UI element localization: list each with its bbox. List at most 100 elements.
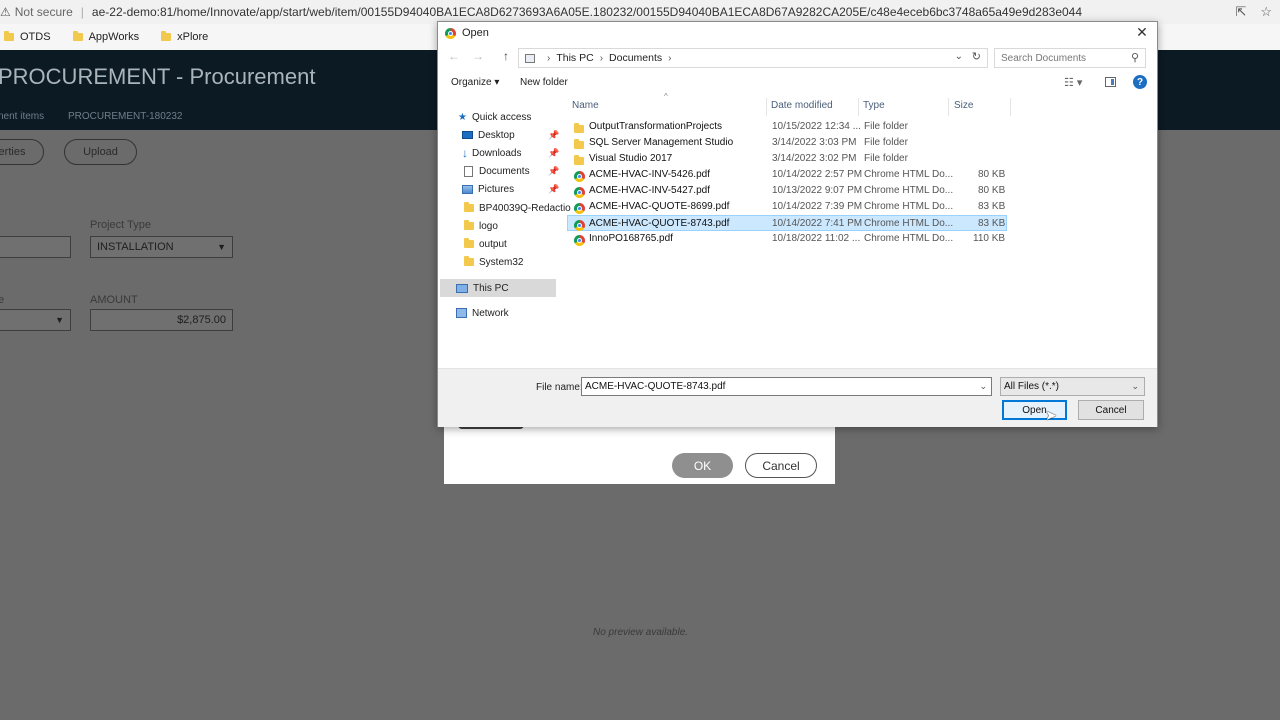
- bookmark-otds[interactable]: OTDS: [4, 31, 51, 43]
- nav-folder-logo[interactable]: logo: [464, 217, 498, 235]
- folder-icon: [464, 220, 474, 230]
- back-arrow-icon[interactable]: ←: [448, 49, 460, 63]
- breadcrumb-documents[interactable]: Documents: [609, 52, 662, 64]
- new-folder-button[interactable]: New folder: [520, 77, 568, 88]
- warning-icon: ⚠: [0, 5, 11, 19]
- forward-arrow-icon[interactable]: →: [472, 49, 484, 63]
- network-icon: [456, 308, 467, 318]
- pictures-icon: [462, 184, 473, 194]
- left-label: e: [0, 294, 5, 306]
- underlying-modal: OK Cancel: [444, 425, 835, 484]
- view-options-icon[interactable]: ☷ ▾: [1064, 76, 1082, 89]
- file-name-field[interactable]: ACME-HVAC-QUOTE-8743.pdf ⌄: [581, 377, 992, 396]
- help-icon[interactable]: ?: [1133, 75, 1147, 89]
- list-item-selected[interactable]: ACME-HVAC-QUOTE-8743.pdf 10/14/2022 7:41…: [567, 215, 1007, 231]
- star-icon[interactable]: ☆: [1260, 4, 1272, 20]
- chevron-down-icon[interactable]: ⌄: [955, 51, 963, 62]
- cancel-button[interactable]: Cancel: [745, 453, 817, 478]
- up-arrow-icon[interactable]: ↑: [503, 49, 509, 63]
- chevron-down-icon: ▼: [55, 315, 64, 325]
- nav-this-pc[interactable]: This PC: [440, 279, 556, 297]
- breadcrumb-items[interactable]: nent items: [0, 111, 44, 122]
- file-type-select[interactable]: All Files (*.*) ⌄: [1000, 377, 1145, 396]
- refresh-icon[interactable]: ↻: [972, 50, 981, 63]
- navigation-row: ← → ↑ › This PC › Documents › ⌄ ↻ Search…: [438, 46, 1157, 70]
- bookmark-xplore[interactable]: xPlore: [161, 31, 208, 43]
- breadcrumb-this-pc[interactable]: This PC: [556, 52, 593, 64]
- search-icon: ⚲: [1130, 52, 1139, 64]
- project-type-label: Project Type: [90, 219, 151, 231]
- dialog-titlebar[interactable]: Open ✕: [438, 22, 1157, 44]
- list-item[interactable]: SQL Server Management Studio 3/14/2022 3…: [568, 135, 1008, 151]
- share-icon[interactable]: ⇱: [1235, 4, 1246, 20]
- left-select[interactable]: ▼: [0, 309, 71, 331]
- nav-desktop[interactable]: Desktop 📌: [462, 126, 562, 144]
- star-icon: ★: [458, 111, 467, 123]
- url-text[interactable]: ae-22-demo:81/home/Innovate/app/start/we…: [92, 5, 1082, 19]
- column-header-type[interactable]: Type: [863, 100, 885, 111]
- column-divider: [948, 98, 949, 116]
- close-icon[interactable]: ✕: [1133, 24, 1151, 41]
- column-divider: [766, 98, 767, 116]
- amount-label: AMOUNT: [90, 294, 138, 306]
- organize-button[interactable]: Organize ▾: [451, 77, 499, 88]
- project-type-select[interactable]: INSTALLATION ▼: [90, 236, 233, 258]
- ok-button[interactable]: OK: [672, 453, 733, 478]
- upload-button[interactable]: Upload: [64, 139, 137, 165]
- chevron-right-icon: ›: [547, 52, 551, 64]
- column-header-date[interactable]: Date modified: [771, 100, 833, 111]
- pin-icon: 📌: [548, 147, 560, 158]
- pin-icon: 📌: [548, 165, 560, 176]
- nav-folder-bp40039q[interactable]: BP40039Q-Redactio: [464, 199, 571, 217]
- list-item[interactable]: ACME-HVAC-INV-5427.pdf 10/13/2022 9:07 P…: [568, 183, 1008, 199]
- chevron-down-icon: ⌄: [1131, 381, 1139, 391]
- nav-network[interactable]: Network: [456, 304, 509, 322]
- list-item[interactable]: OutputTransformationProjects 10/15/2022 …: [568, 119, 1008, 135]
- preview-pane-icon[interactable]: [1105, 77, 1116, 87]
- breadcrumb[interactable]: › This PC › Documents › ⌄ ↻: [518, 48, 988, 68]
- computer-icon: [456, 283, 468, 293]
- nav-pictures[interactable]: Pictures 📌: [462, 180, 562, 198]
- amount-field[interactable]: $2,875.00: [90, 309, 233, 331]
- computer-icon: [525, 53, 535, 63]
- list-item[interactable]: InnoPO168765.pdf 10/18/2022 11:02 ... Ch…: [568, 231, 1008, 247]
- folder-icon: [464, 202, 474, 212]
- bookmark-appworks[interactable]: AppWorks: [72, 31, 139, 43]
- folder-icon: [72, 31, 83, 41]
- properties-button[interactable]: erties: [0, 139, 44, 165]
- folder-icon: [4, 31, 14, 41]
- security-label: Not secure: [14, 5, 73, 19]
- cancel-button[interactable]: Cancel: [1078, 400, 1144, 420]
- nav-folder-output[interactable]: output: [464, 235, 507, 253]
- dialog-toolbar: Organize ▾ New folder ☷ ▾ ?: [438, 72, 1157, 94]
- chevron-down-icon[interactable]: ⌄: [979, 381, 987, 392]
- chevron-right-icon: ›: [599, 52, 604, 64]
- chevron-down-icon: ▼: [217, 242, 226, 252]
- pin-icon: 📌: [548, 183, 560, 194]
- nav-quick-access[interactable]: ★ Quick access: [458, 108, 531, 126]
- list-item[interactable]: Visual Studio 2017 3/14/2022 3:02 PM Fil…: [568, 151, 1008, 167]
- nav-folder-system32[interactable]: System32: [464, 253, 523, 271]
- nav-documents[interactable]: Documents 📌: [464, 162, 562, 180]
- list-item[interactable]: ACME-HVAC-QUOTE-8699.pdf 10/14/2022 7:39…: [568, 199, 1008, 215]
- folder-icon: [161, 31, 172, 41]
- desktop-icon: [462, 131, 473, 139]
- chevron-right-icon: ›: [668, 52, 672, 64]
- column-divider: [1010, 98, 1011, 116]
- mouse-cursor-icon: ➤: [1045, 407, 1057, 423]
- column-divider: [858, 98, 859, 116]
- list-item[interactable]: ACME-HVAC-INV-5426.pdf 10/14/2022 2:57 P…: [568, 167, 1008, 183]
- left-field[interactable]: [0, 236, 71, 258]
- document-icon: [464, 165, 473, 177]
- column-header-name[interactable]: Name: [572, 100, 599, 111]
- no-preview-text: No preview available.: [593, 627, 689, 638]
- pin-icon: 📌: [548, 129, 560, 140]
- file-list: ^ Name Date modified Type Size OutputTra…: [567, 92, 1158, 368]
- file-name-label: File name:: [536, 382, 583, 393]
- divider: |: [80, 5, 84, 19]
- open-button[interactable]: Open: [1002, 400, 1067, 420]
- dialog-title: Open: [462, 27, 489, 39]
- nav-downloads[interactable]: ↓ Downloads 📌: [462, 144, 562, 162]
- search-input[interactable]: Search Documents ⚲: [994, 48, 1146, 68]
- column-header-size[interactable]: Size: [954, 100, 973, 111]
